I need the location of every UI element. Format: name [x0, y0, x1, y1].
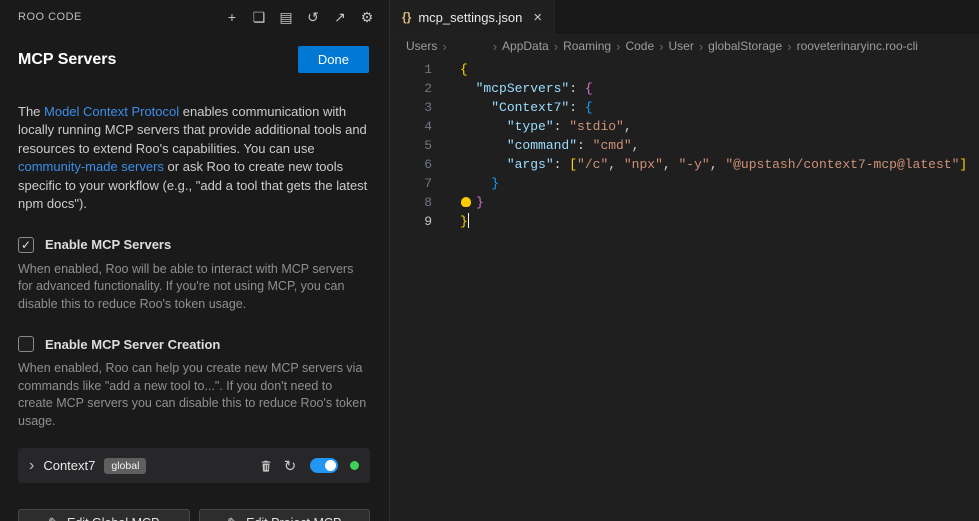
- server-status-dot: [350, 461, 359, 470]
- restart-server-button[interactable]: ↻: [282, 457, 298, 475]
- code-editor: {} mcp_settings.json × Users › › AppData › Ro…: [390, 0, 979, 521]
- line-number: 7: [390, 174, 432, 193]
- breadcrumb-separator-icon: ›: [787, 39, 791, 54]
- code-line[interactable]: 4 "type": "stdio",: [390, 117, 979, 136]
- breadcrumb-item[interactable]: Roaming: [563, 39, 611, 53]
- breadcrumb-item[interactable]: rooveterinaryinc.roo-cli: [797, 39, 918, 53]
- page-header: MCP Servers Done: [0, 34, 389, 73]
- setting-description: When enabled, Roo will be able to intera…: [18, 261, 370, 314]
- edit-global-mcp-button[interactable]: ✎ Edit Global MCP: [18, 509, 190, 521]
- json-file-icon: {}: [402, 10, 411, 24]
- enable-mcp-server-creation-setting: Enable MCP Server Creation When enabled,…: [0, 336, 389, 430]
- breadcrumb-item[interactable]: Users: [406, 39, 437, 53]
- enable-mcp-servers-checkbox[interactable]: ✓: [18, 237, 34, 253]
- extension-title: ROO CODE: [18, 11, 82, 23]
- trash-icon: [259, 459, 273, 473]
- editor-tab-bar: {} mcp_settings.json ×: [390, 0, 979, 35]
- code-line[interactable]: 6 "args": ["/c", "npx", "-y", "@upstash/…: [390, 155, 979, 174]
- pencil-icon: ✎: [227, 515, 238, 521]
- line-number: 6: [390, 155, 432, 174]
- server-scope-badge: global: [104, 458, 146, 474]
- sidebar-topbar: ROO CODE + ❏ ▤ ↺ ↗ ⚙: [0, 0, 389, 34]
- breadcrumb-separator-icon: ›: [699, 39, 703, 54]
- app-window: ROO CODE + ❏ ▤ ↺ ↗ ⚙ MCP Servers Done The Mod…: [0, 0, 979, 521]
- code-line[interactable]: 1{: [390, 60, 979, 79]
- tab-mcp-settings-json[interactable]: {} mcp_settings.json ×: [390, 0, 555, 34]
- lightbulb-icon[interactable]: [461, 197, 471, 207]
- checkmark-icon: ✓: [21, 239, 31, 251]
- breadcrumb-separator-icon: ›: [659, 39, 663, 54]
- tab-filename: mcp_settings.json: [418, 10, 522, 25]
- breadcrumb-item[interactable]: AppData: [502, 39, 549, 53]
- chevron-right-icon[interactable]: ›: [29, 458, 34, 474]
- breadcrumb-item[interactable]: User: [668, 39, 693, 53]
- line-number: 4: [390, 117, 432, 136]
- breadcrumb-separator-icon: ›: [616, 39, 620, 54]
- code-line[interactable]: 2 "mcpServers": {: [390, 79, 979, 98]
- model-context-protocol-link[interactable]: Model Context Protocol: [44, 104, 179, 119]
- pencil-icon: ✎: [48, 515, 59, 521]
- intro-segment: The: [18, 104, 44, 119]
- edit-global-mcp-label: Edit Global MCP: [67, 516, 159, 521]
- breadcrumb-separator-icon: ›: [493, 39, 497, 54]
- breadcrumb-separator-icon: ›: [554, 39, 558, 54]
- roo-code-sidebar: ROO CODE + ❏ ▤ ↺ ↗ ⚙ MCP Servers Done The Mod…: [0, 0, 390, 521]
- code-lines: 1{2 "mcpServers": {3 "Context7": {4 "typ…: [390, 57, 979, 521]
- mcp-edit-actions: ✎ Edit Global MCP ✎ Edit Project MCP: [18, 509, 370, 521]
- delete-server-button[interactable]: [259, 459, 273, 473]
- line-number: 8: [390, 193, 432, 212]
- code-line[interactable]: 5 "command": "cmd",: [390, 136, 979, 155]
- breadcrumb-item[interactable]: globalStorage: [708, 39, 782, 53]
- breadcrumb-item[interactable]: Code: [625, 39, 654, 53]
- setting-label: Enable MCP Servers: [45, 237, 171, 252]
- line-number: 1: [390, 60, 432, 79]
- enable-mcp-server-creation-checkbox[interactable]: [18, 336, 34, 352]
- setting-description: When enabled, Roo can help you create ne…: [18, 360, 370, 430]
- mcp-server-row[interactable]: › Context7 global ↻: [18, 448, 370, 483]
- settings-gear-icon[interactable]: ⚙: [359, 9, 375, 26]
- code-line[interactable]: 9}: [390, 212, 979, 231]
- code-line[interactable]: 8}: [390, 193, 979, 212]
- history-icon[interactable]: ↺: [305, 9, 321, 26]
- server-name: Context7: [43, 458, 95, 473]
- enable-mcp-servers-setting: ✓ Enable MCP Servers When enabled, Roo w…: [0, 237, 389, 314]
- open-in-editor-icon[interactable]: ↗: [332, 9, 348, 26]
- intro-text: The Model Context Protocol enables commu…: [0, 73, 389, 214]
- breadcrumb: Users › › AppData › Roaming › Code › User › globalS…: [390, 35, 979, 57]
- edit-project-mcp-button[interactable]: ✎ Edit Project MCP: [199, 509, 371, 521]
- text-cursor: [468, 213, 470, 228]
- new-doc-icon[interactable]: ❏: [251, 9, 267, 26]
- line-number: 3: [390, 98, 432, 117]
- community-made-servers-link[interactable]: community-made servers: [18, 159, 164, 174]
- close-tab-icon[interactable]: ×: [533, 9, 542, 26]
- line-number: 5: [390, 136, 432, 155]
- server-enabled-toggle[interactable]: [310, 458, 338, 473]
- plus-icon[interactable]: +: [224, 9, 240, 26]
- line-number: 9: [390, 212, 432, 231]
- mcp-servers-icon[interactable]: ▤: [278, 9, 294, 26]
- code-line[interactable]: 7 }: [390, 174, 979, 193]
- topbar-icons: + ❏ ▤ ↺ ↗ ⚙: [224, 9, 375, 26]
- setting-label: Enable MCP Server Creation: [45, 337, 220, 352]
- code-line[interactable]: 3 "Context7": {: [390, 98, 979, 117]
- edit-project-mcp-label: Edit Project MCP: [246, 516, 341, 521]
- done-button[interactable]: Done: [298, 46, 369, 73]
- breadcrumb-separator-icon: ›: [442, 39, 446, 54]
- page-title: MCP Servers: [18, 51, 116, 69]
- line-number: 2: [390, 79, 432, 98]
